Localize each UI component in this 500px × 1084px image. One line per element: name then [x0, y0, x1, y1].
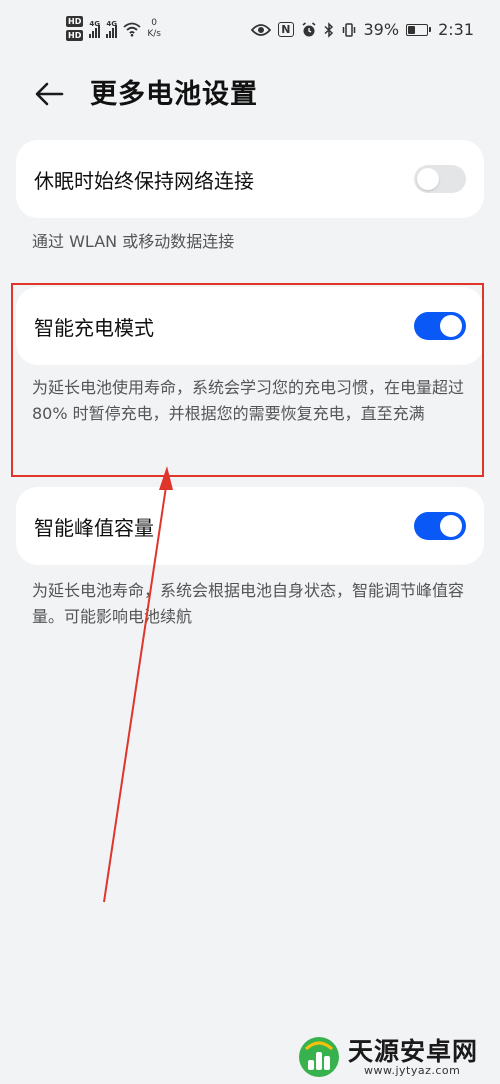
eye-icon — [251, 23, 272, 36]
network-speed: 0 K/s — [147, 18, 161, 40]
setting-row-network[interactable]: 休眠时始终保持网络连接 — [16, 140, 484, 218]
page-header: 更多电池设置 — [0, 66, 500, 116]
hd-badge: HD — [66, 16, 84, 27]
setting-label: 智能充电模式 — [34, 315, 154, 340]
cell-signal-icon: 4G — [106, 19, 118, 38]
setting-row-smart-charging[interactable]: 智能充电模式 — [16, 287, 484, 365]
smart-charging-toggle[interactable] — [414, 312, 466, 340]
setting-card-smart-charging: 智能充电模式 — [16, 287, 484, 365]
alarm-icon — [302, 21, 315, 36]
cell-signal-icon: 4G — [89, 19, 101, 38]
vibrate-icon — [342, 22, 355, 37]
setting-card-peak-capacity: 智能峰值容量 — [16, 487, 484, 565]
network-type-label: 4G — [89, 19, 100, 28]
watermark: 天源安卓网 www.jytyaz.com — [296, 1030, 500, 1084]
status-left: HD HD 4G 4G 0 K/s — [66, 16, 161, 41]
setting-row-peak-capacity[interactable]: 智能峰值容量 — [16, 487, 484, 565]
nfc-icon: N — [278, 22, 294, 37]
peak-capacity-toggle[interactable] — [414, 512, 466, 540]
back-arrow-icon — [35, 82, 64, 106]
setting-label: 休眠时始终保持网络连接 — [34, 168, 254, 193]
setting-description: 通过 WLAN 或移动数据连接 — [32, 232, 235, 251]
watermark-logo — [299, 1037, 339, 1077]
hd-badge: HD — [66, 30, 84, 41]
keep-network-toggle[interactable] — [414, 165, 466, 193]
network-speed-value: 0 — [151, 17, 158, 28]
setting-description: 为延长电池使用寿命，系统会学习您的充电习惯，在电量超过 80% 时暂停充电，并根… — [32, 378, 465, 423]
network-speed-unit: K/s — [147, 28, 161, 39]
watermark-name: 天源安卓网 — [348, 1037, 479, 1066]
setting-label: 智能峰值容量 — [34, 515, 154, 540]
wifi-icon — [123, 22, 141, 36]
back-button[interactable] — [30, 74, 70, 110]
setting-card-network: 休眠时始终保持网络连接 — [16, 140, 484, 218]
network-type-label: 4G — [106, 19, 117, 28]
clock: 2:31 — [438, 20, 474, 39]
setting-description: 为延长电池寿命，系统会根据电池自身状态，智能调节峰值容量。可能影响电池续航 — [32, 581, 465, 626]
bluetooth-icon — [323, 21, 333, 38]
watermark-url: www.jytyaz.com — [364, 1064, 461, 1077]
status-bar: HD HD 4G 4G 0 K/s N 39% 2:31 — [0, 0, 500, 62]
battery-icon — [406, 23, 432, 36]
status-right: N 39% 2:31 — [251, 20, 474, 39]
battery-percent: 39% — [363, 20, 400, 39]
page-title: 更多电池设置 — [90, 79, 258, 110]
